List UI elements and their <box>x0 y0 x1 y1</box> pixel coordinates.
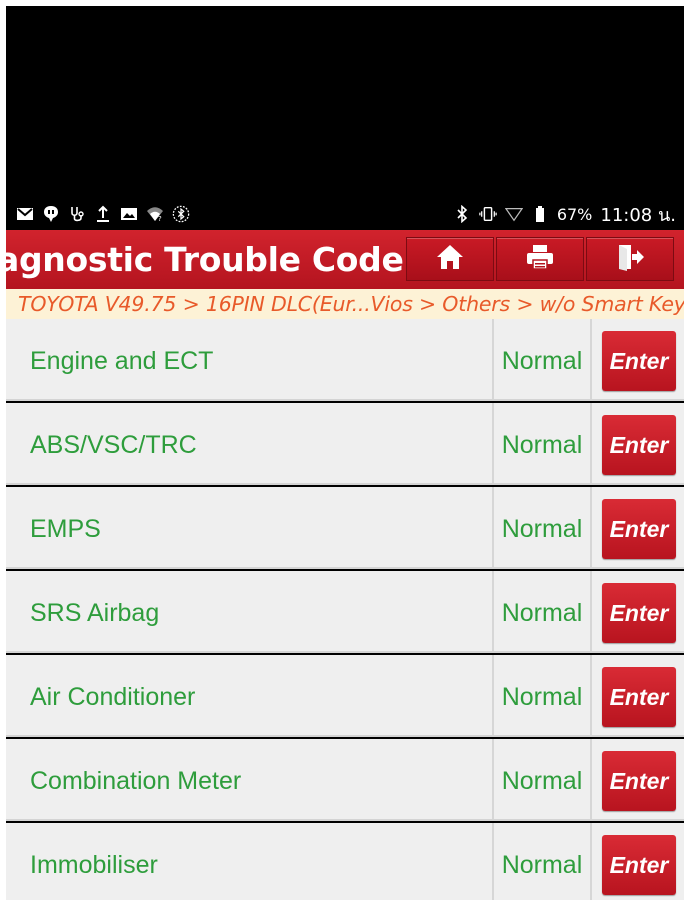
column-divider <box>590 655 592 735</box>
system-name: ABS/VSC/TRC <box>30 431 197 459</box>
column-divider <box>590 487 592 567</box>
print-button[interactable] <box>496 237 584 281</box>
printer-icon <box>525 243 555 276</box>
exit-icon <box>615 243 645 276</box>
system-row: EMPS Normal Enter <box>6 487 684 569</box>
system-name: SRS Airbag <box>30 599 160 627</box>
svg-text:?: ? <box>158 215 162 222</box>
column-divider <box>590 319 592 399</box>
title-bar: iagnostic Trouble Code <box>6 230 684 289</box>
system-name: Combination Meter <box>30 767 242 795</box>
system-status: Normal <box>501 515 583 543</box>
system-status: Normal <box>501 767 583 795</box>
enter-button[interactable]: Enter <box>602 415 676 475</box>
system-name: EMPS <box>30 515 101 543</box>
breadcrumb: TOYOTA V49.75 > 16PIN DLC(Eur...Vios > O… <box>6 289 684 319</box>
home-button[interactable] <box>406 237 494 281</box>
wifi-question-icon: ? <box>146 205 164 223</box>
battery-percent: 67% <box>556 204 593 224</box>
system-status: Normal <box>501 599 583 627</box>
system-row: Air Conditioner Normal Enter <box>6 655 684 737</box>
system-name: Air Conditioner <box>30 683 196 711</box>
notification-icons: ? <box>16 205 190 223</box>
system-status: Normal <box>501 347 583 375</box>
system-status: Normal <box>501 683 583 711</box>
screen: ? 67% 11:08 น. iagnostic Trouble Code TO… <box>6 6 684 900</box>
gmail-icon <box>16 205 34 223</box>
home-icon <box>435 243 465 276</box>
system-name: Immobiliser <box>30 851 158 879</box>
column-divider <box>492 739 494 819</box>
column-divider <box>492 655 494 735</box>
system-icons: 67% 11:08 น. <box>453 200 676 229</box>
column-divider <box>590 823 592 900</box>
vibrate-icon <box>479 205 497 223</box>
image-icon <box>120 205 138 223</box>
column-divider <box>492 403 494 483</box>
system-status: Normal <box>501 851 583 879</box>
system-row: Engine and ECT Normal Enter <box>6 319 684 401</box>
column-divider <box>492 319 494 399</box>
clock: 11:08 น. <box>600 204 676 226</box>
column-divider <box>492 487 494 567</box>
enter-button[interactable]: Enter <box>602 499 676 559</box>
enter-button[interactable]: Enter <box>602 331 676 391</box>
column-divider <box>590 739 592 819</box>
bluetooth-icon <box>453 205 471 223</box>
enter-button[interactable]: Enter <box>602 835 676 895</box>
system-name: Engine and ECT <box>30 347 214 375</box>
upload-icon <box>94 205 112 223</box>
column-divider <box>590 403 592 483</box>
page-title: iagnostic Trouble Code <box>6 240 404 279</box>
system-row: Immobiliser Normal Enter <box>6 823 684 900</box>
signal-icon <box>504 205 523 223</box>
column-divider <box>590 571 592 651</box>
stethoscope-icon <box>68 205 86 223</box>
system-row: Combination Meter Normal Enter <box>6 739 684 821</box>
enter-button[interactable]: Enter <box>602 667 676 727</box>
status-bar: ? 67% 11:08 น. <box>6 198 684 230</box>
column-divider <box>492 823 494 900</box>
enter-button[interactable]: Enter <box>602 583 676 643</box>
exit-button[interactable] <box>586 237 674 281</box>
battery-icon <box>531 205 549 223</box>
bluetooth-circle-icon <box>172 205 190 223</box>
system-row: SRS Airbag Normal Enter <box>6 571 684 653</box>
system-row: ABS/VSC/TRC Normal Enter <box>6 403 684 485</box>
column-divider <box>492 571 494 651</box>
enter-button[interactable]: Enter <box>602 751 676 811</box>
system-status: Normal <box>501 431 583 459</box>
chat-icon <box>42 205 60 223</box>
